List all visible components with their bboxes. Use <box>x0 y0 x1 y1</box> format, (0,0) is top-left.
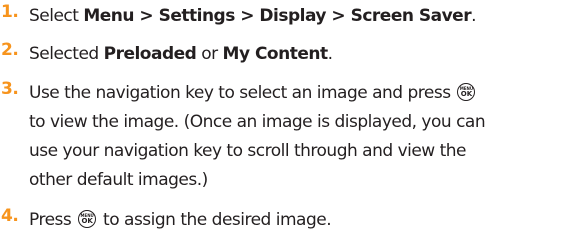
step-number: 1. <box>1 2 19 22</box>
step-line: to view the image. (Once an image is dis… <box>29 112 486 132</box>
step-line: Selected Preloaded or My Content. <box>29 40 570 69</box>
text: to assign the desired image. <box>98 210 332 230</box>
step-text: Select Menu > Settings > Display > Scree… <box>29 2 570 31</box>
menu-path: Menu > Settings > Display > Screen Saver <box>83 6 472 26</box>
step-number: 4. <box>1 206 19 226</box>
step-line: use your navigation key to scroll throug… <box>29 141 467 161</box>
step-line: Select Menu > Settings > Display > Scree… <box>29 2 570 31</box>
menu-ok-key-icon: MENU OK <box>78 210 97 228</box>
step-line: Press MENU OK to assign the desired image… <box>29 206 570 235</box>
step-line: other default images.) <box>29 170 208 190</box>
step-number: 2. <box>1 40 19 60</box>
step-number: 3. <box>1 79 19 99</box>
step-text: Selected Preloaded or My Content. <box>29 40 570 69</box>
text: Press <box>29 210 77 230</box>
text: Selected <box>29 44 104 64</box>
menu-ok-key-icon: MENU OK <box>457 83 476 101</box>
option-preloaded: Preloaded <box>103 44 197 64</box>
text: Use the navigation key to select an imag… <box>29 83 456 103</box>
step-text: Press MENU OK to assign the desired image… <box>29 206 570 235</box>
key-bottom-text: OK <box>460 90 473 98</box>
option-my-content: My Content <box>222 44 329 64</box>
text: Select <box>29 6 84 26</box>
step-line: Use the navigation key to select an imag… <box>29 79 570 108</box>
text: . <box>471 6 476 26</box>
key-bottom-text: OK <box>81 217 93 225</box>
text: or <box>196 44 223 64</box>
text: . <box>327 44 333 64</box>
step-text: Use the navigation key to select an imag… <box>29 79 570 195</box>
instruction-list: 1. Select Menu > Settings > Display > Sc… <box>0 0 570 241</box>
